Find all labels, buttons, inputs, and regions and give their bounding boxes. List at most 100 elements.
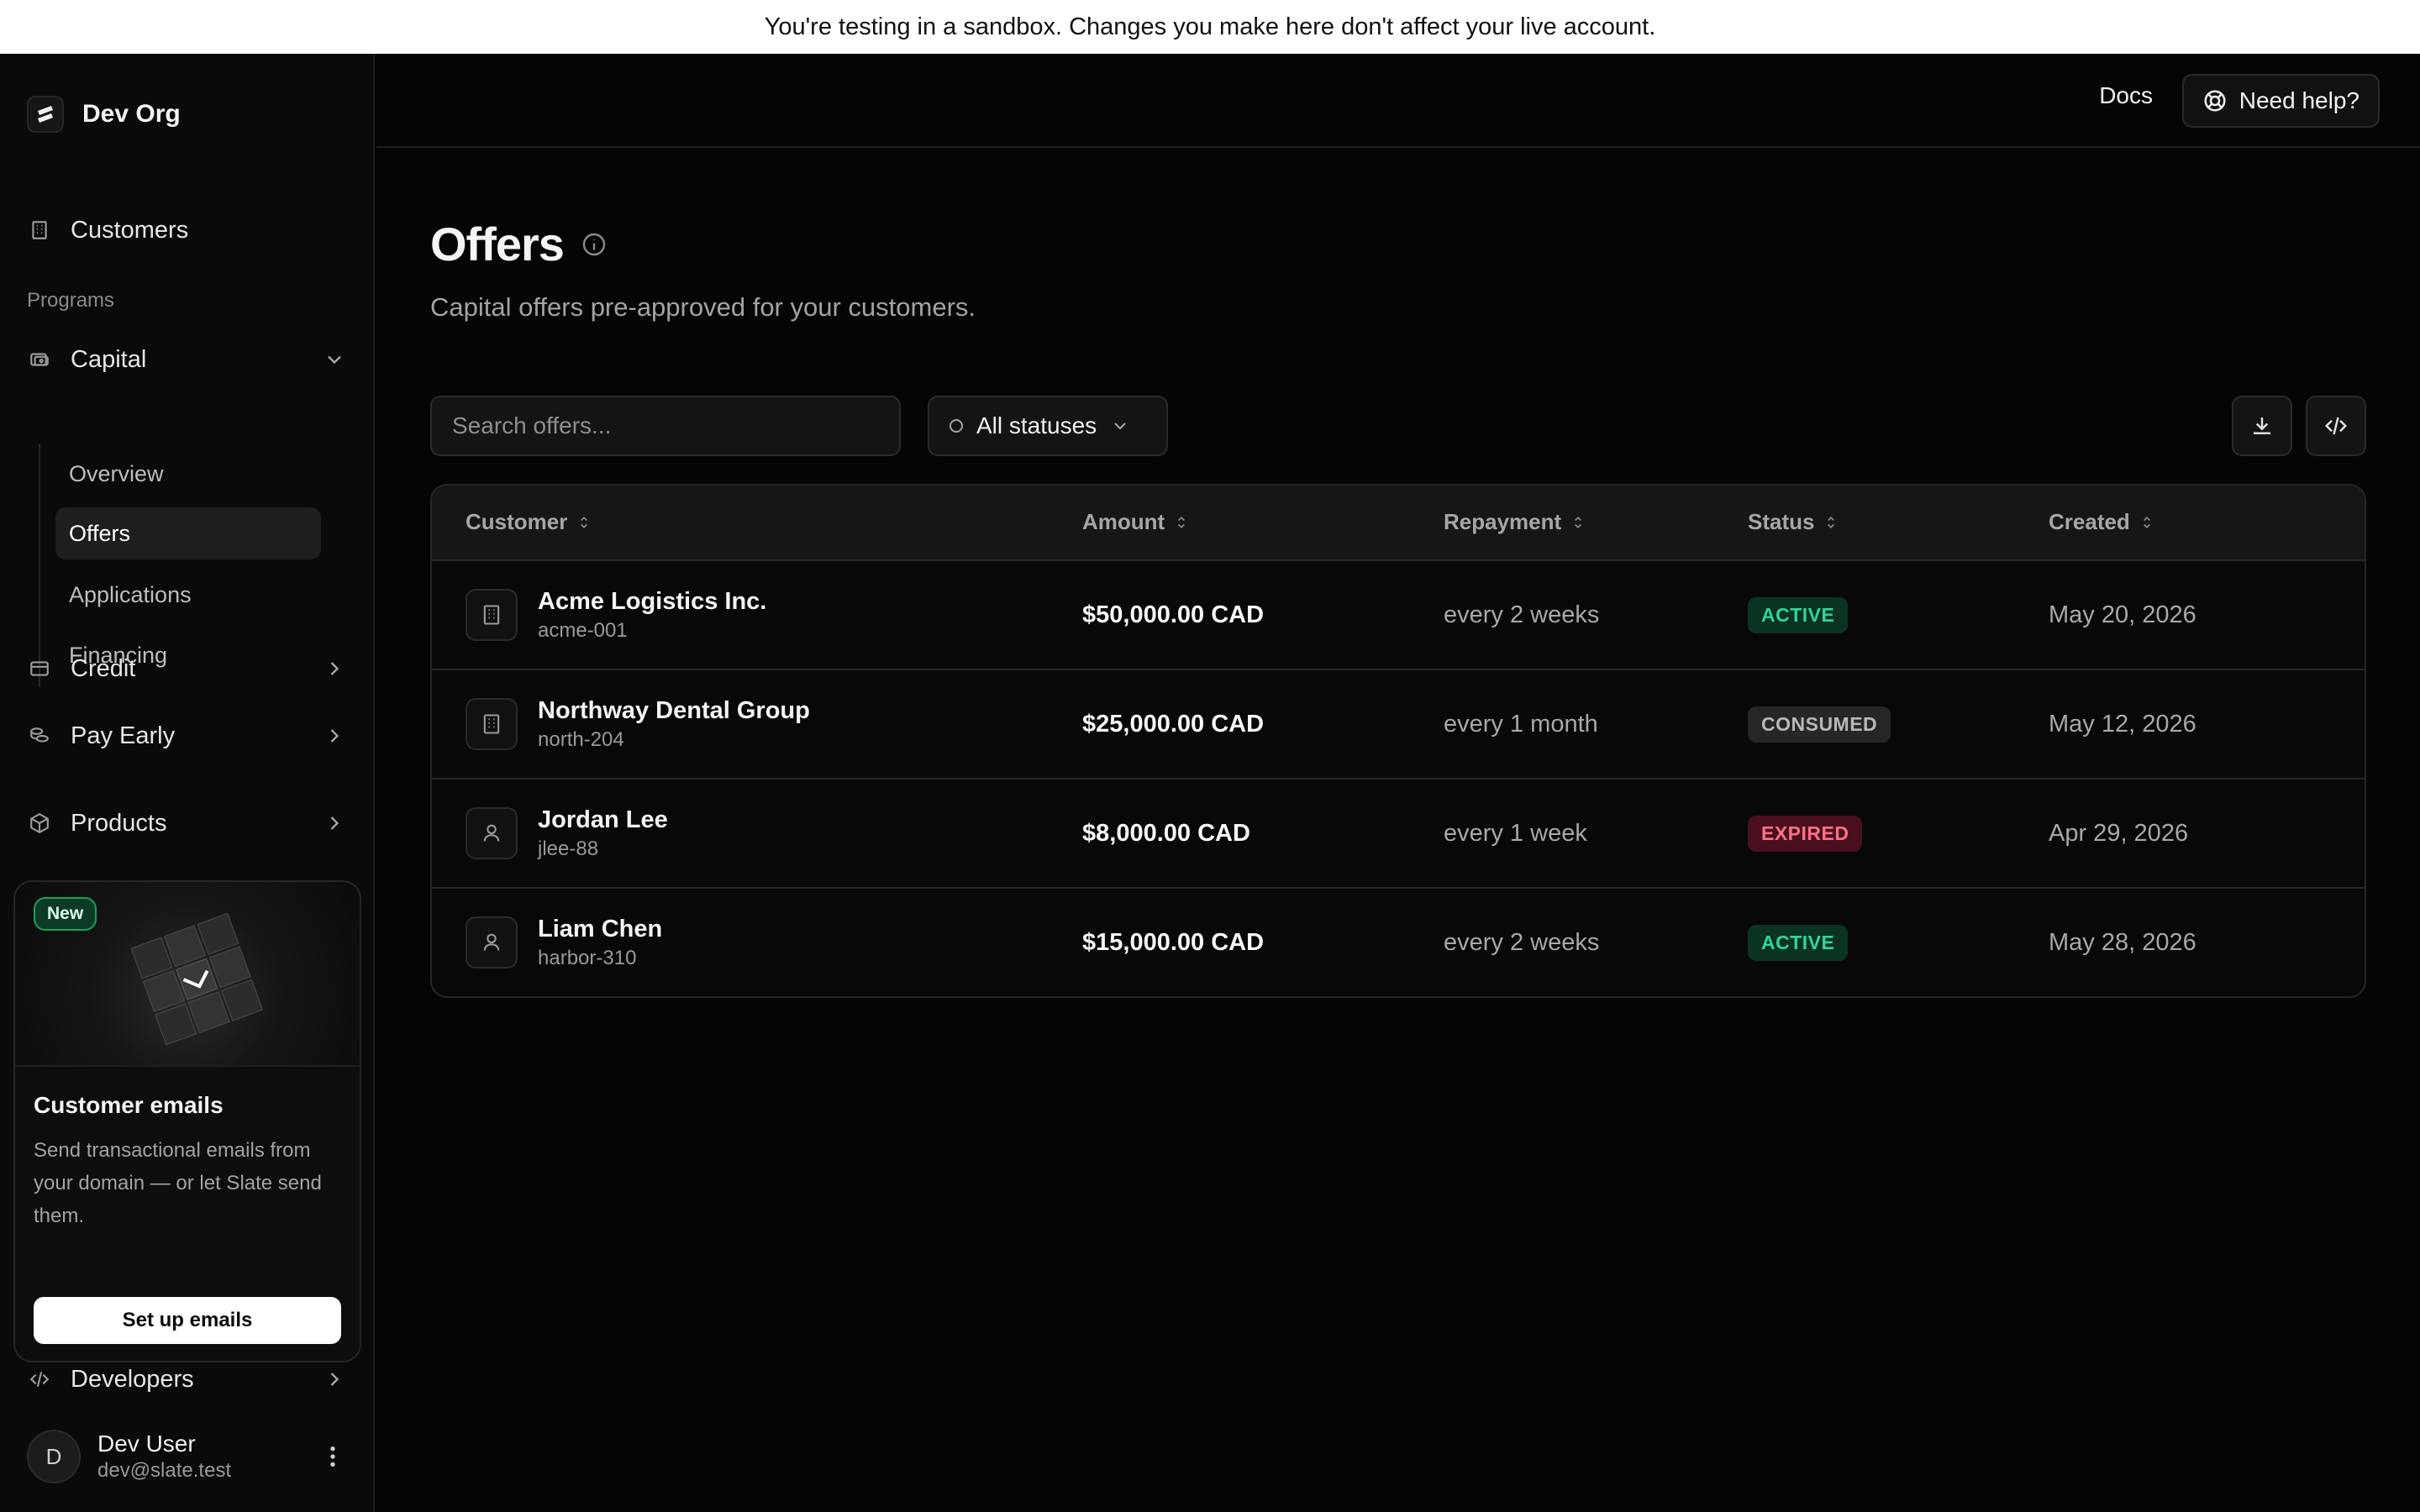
sidebar-item-products[interactable]: Products: [27, 798, 346, 848]
status-cell: CONSUMED: [1748, 670, 1891, 778]
sandbox-banner-text: You're testing in a sandbox. Changes you…: [764, 13, 1656, 40]
sidebar-item-pay-early[interactable]: Pay Early: [27, 711, 346, 761]
person-icon: [466, 916, 518, 969]
sort-icon: [1575, 516, 1582, 528]
user-profile[interactable]: D Dev User dev@slate.test: [27, 1426, 346, 1487]
page-title-text: Offers: [430, 218, 565, 270]
package-icon: [27, 811, 52, 836]
status-cell: EXPIRED: [1748, 780, 1863, 887]
coins-icon: [27, 723, 52, 748]
status-filter-dropdown[interactable]: All statuses: [928, 396, 1168, 456]
created-cell: May 12, 2026: [2049, 710, 2196, 738]
sidebar-item-credit[interactable]: Credit: [27, 643, 346, 694]
page-subtitle: Capital offers pre-approved for your cus…: [430, 292, 976, 322]
sidebar-item-label: Pay Early: [71, 722, 176, 749]
sidebar-item-label: Developers: [71, 1365, 194, 1393]
sidebar-item-label: Credit: [71, 654, 136, 682]
sidebar-item-capital[interactable]: Capital: [27, 334, 346, 385]
status-badge: ACTIVE: [1748, 596, 1849, 633]
offers-table: Customer Amount Repayment Status Created…: [430, 484, 2366, 998]
chevron-down-icon: [328, 355, 341, 365]
need-help-button[interactable]: Need help?: [2181, 74, 2380, 128]
amount-cell: $8,000.00 CAD: [1082, 819, 1250, 847]
chevron-right-icon: [330, 729, 339, 743]
info-icon[interactable]: [581, 231, 608, 258]
sort-icon: [1828, 516, 1835, 528]
sidebar: Dev Org Customers Programs Capital Overv…: [0, 54, 375, 1512]
code-view-button[interactable]: [2306, 396, 2366, 456]
column-header-repayment[interactable]: Repayment: [1444, 509, 1586, 535]
section-label-programs: Programs: [27, 289, 115, 312]
sidebar-subitem-offers[interactable]: Offers: [55, 507, 321, 559]
status-filter-label: All statuses: [976, 412, 1097, 438]
column-header-amount[interactable]: Amount: [1082, 509, 1190, 535]
sidebar-subitem-overview[interactable]: Overview: [55, 448, 321, 500]
new-badge: New: [34, 897, 97, 931]
customer-name: Jordan Lee: [538, 806, 668, 833]
customer-id: north-204: [538, 727, 624, 751]
page-title: Offers: [430, 217, 608, 271]
org-switcher[interactable]: Dev Org: [27, 87, 181, 141]
avatar: D: [27, 1430, 81, 1483]
set-up-emails-button[interactable]: Set up emails: [34, 1297, 341, 1344]
code-icon: [2324, 417, 2348, 435]
sort-icon: [1178, 516, 1186, 528]
search-input[interactable]: [430, 396, 901, 456]
customer-cell: Northway Dental Group north-204: [466, 670, 810, 778]
person-icon: [466, 807, 518, 859]
download-icon: [2254, 417, 2270, 434]
column-header-created[interactable]: Created: [2049, 509, 2155, 535]
column-label: Customer: [466, 509, 568, 534]
column-label: Repayment: [1444, 509, 1562, 534]
status-cell: ACTIVE: [1748, 889, 1849, 996]
column-label: Created: [2049, 509, 2130, 534]
created-cell: May 20, 2026: [2049, 601, 2196, 628]
building-icon: [466, 589, 518, 641]
table-row[interactable]: Liam Chen harbor-310 $15,000.00 CAD every…: [432, 889, 2365, 996]
table-row[interactable]: Northway Dental Group north-204 $25,000.0…: [432, 670, 2365, 780]
sandbox-banner: You're testing in a sandbox. Changes you…: [0, 0, 2420, 54]
slate-logo-icon: [27, 96, 64, 133]
more-vertical-icon[interactable]: [319, 1443, 346, 1470]
building-icon: [27, 218, 52, 243]
column-label: Status: [1748, 509, 1815, 534]
user-name: Dev User: [97, 1431, 196, 1457]
table-row[interactable]: Jordan Lee jlee-88 $8,000.00 CAD every 1 …: [432, 780, 2365, 889]
promo-card: New Customer emails Send transactional e…: [13, 880, 361, 1362]
sidebar-item-label: Products: [71, 809, 167, 837]
sidebar-item-customers[interactable]: Customers: [27, 205, 346, 255]
customer-cell: Acme Logistics Inc. acme-001: [466, 561, 766, 669]
amount-cell: $15,000.00 CAD: [1082, 928, 1265, 956]
amount-cell: $25,000.00 CAD: [1082, 710, 1265, 738]
promo-illustration: New: [15, 882, 360, 1067]
promo-title: Customer emails: [34, 1092, 224, 1118]
customer-id: harbor-310: [538, 946, 637, 969]
sidebar-item-label: Capital: [71, 345, 147, 373]
repayment-cell: every 1 month: [1444, 710, 1598, 738]
sort-icon: [581, 516, 588, 528]
org-name: Dev Org: [82, 100, 181, 128]
lifebuoy-icon: [2204, 90, 2226, 112]
need-help-label: Need help?: [2238, 87, 2360, 113]
building-icon: [466, 698, 518, 750]
sidebar-item-label: Customers: [71, 216, 189, 244]
customer-id: jlee-88: [538, 837, 599, 860]
repayment-cell: every 2 weeks: [1444, 601, 1600, 628]
table-row[interactable]: Acme Logistics Inc. acme-001 $50,000.00 C…: [432, 561, 2365, 670]
sidebar-subitem-applications[interactable]: Applications: [55, 569, 321, 621]
download-button[interactable]: [2232, 396, 2292, 456]
promo-description: Send transactional emails from your doma…: [34, 1139, 322, 1227]
customer-cell: Jordan Lee jlee-88: [466, 780, 668, 887]
user-email: dev@slate.test: [97, 1459, 232, 1482]
docs-link[interactable]: Docs: [2099, 82, 2153, 109]
customer-name: Liam Chen: [538, 915, 663, 942]
column-header-status[interactable]: Status: [1748, 509, 1839, 535]
chevron-right-icon: [330, 816, 339, 830]
table-header: Customer Amount Repayment Status Created: [432, 486, 2365, 561]
chevron-right-icon: [330, 1373, 339, 1386]
repayment-cell: every 1 week: [1444, 819, 1587, 847]
sidebar-subitem-label: Applications: [69, 581, 192, 607]
sidebar-item-developers[interactable]: Developers: [27, 1354, 346, 1404]
sidebar-subitem-label: Overview: [69, 460, 164, 486]
column-header-customer[interactable]: Customer: [466, 509, 592, 535]
